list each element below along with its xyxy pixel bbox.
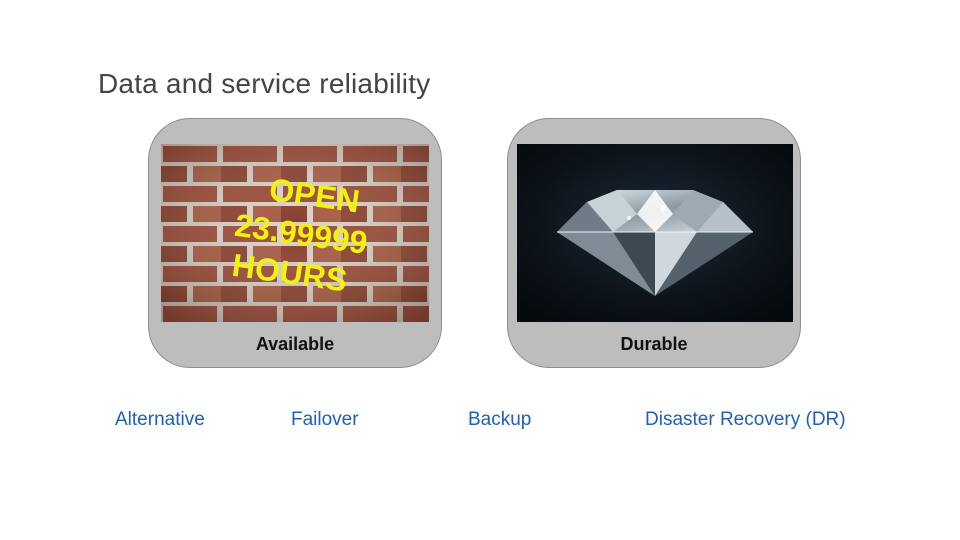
available-label: Available: [255, 334, 335, 354]
diamond-icon: [517, 144, 793, 322]
brick-wall-image: OPEN 23.99999 HOURS: [161, 144, 429, 322]
alternative-link[interactable]: Alternative: [115, 409, 205, 431]
backup-link[interactable]: Backup: [468, 409, 531, 431]
disaster-recovery-link[interactable]: Disaster Recovery (DR): [645, 409, 846, 431]
slide-title: Data and service reliability: [98, 68, 431, 99]
diamond-image: [517, 144, 793, 322]
durable-card: Durable: [507, 118, 801, 368]
durable-label: Durable: [620, 334, 688, 354]
brick-wall-graphic: OPEN 23.99999 HOURS: [161, 144, 429, 322]
failover-link[interactable]: Failover: [291, 409, 359, 431]
available-card: OPEN 23.99999 HOURS Available: [148, 118, 442, 368]
